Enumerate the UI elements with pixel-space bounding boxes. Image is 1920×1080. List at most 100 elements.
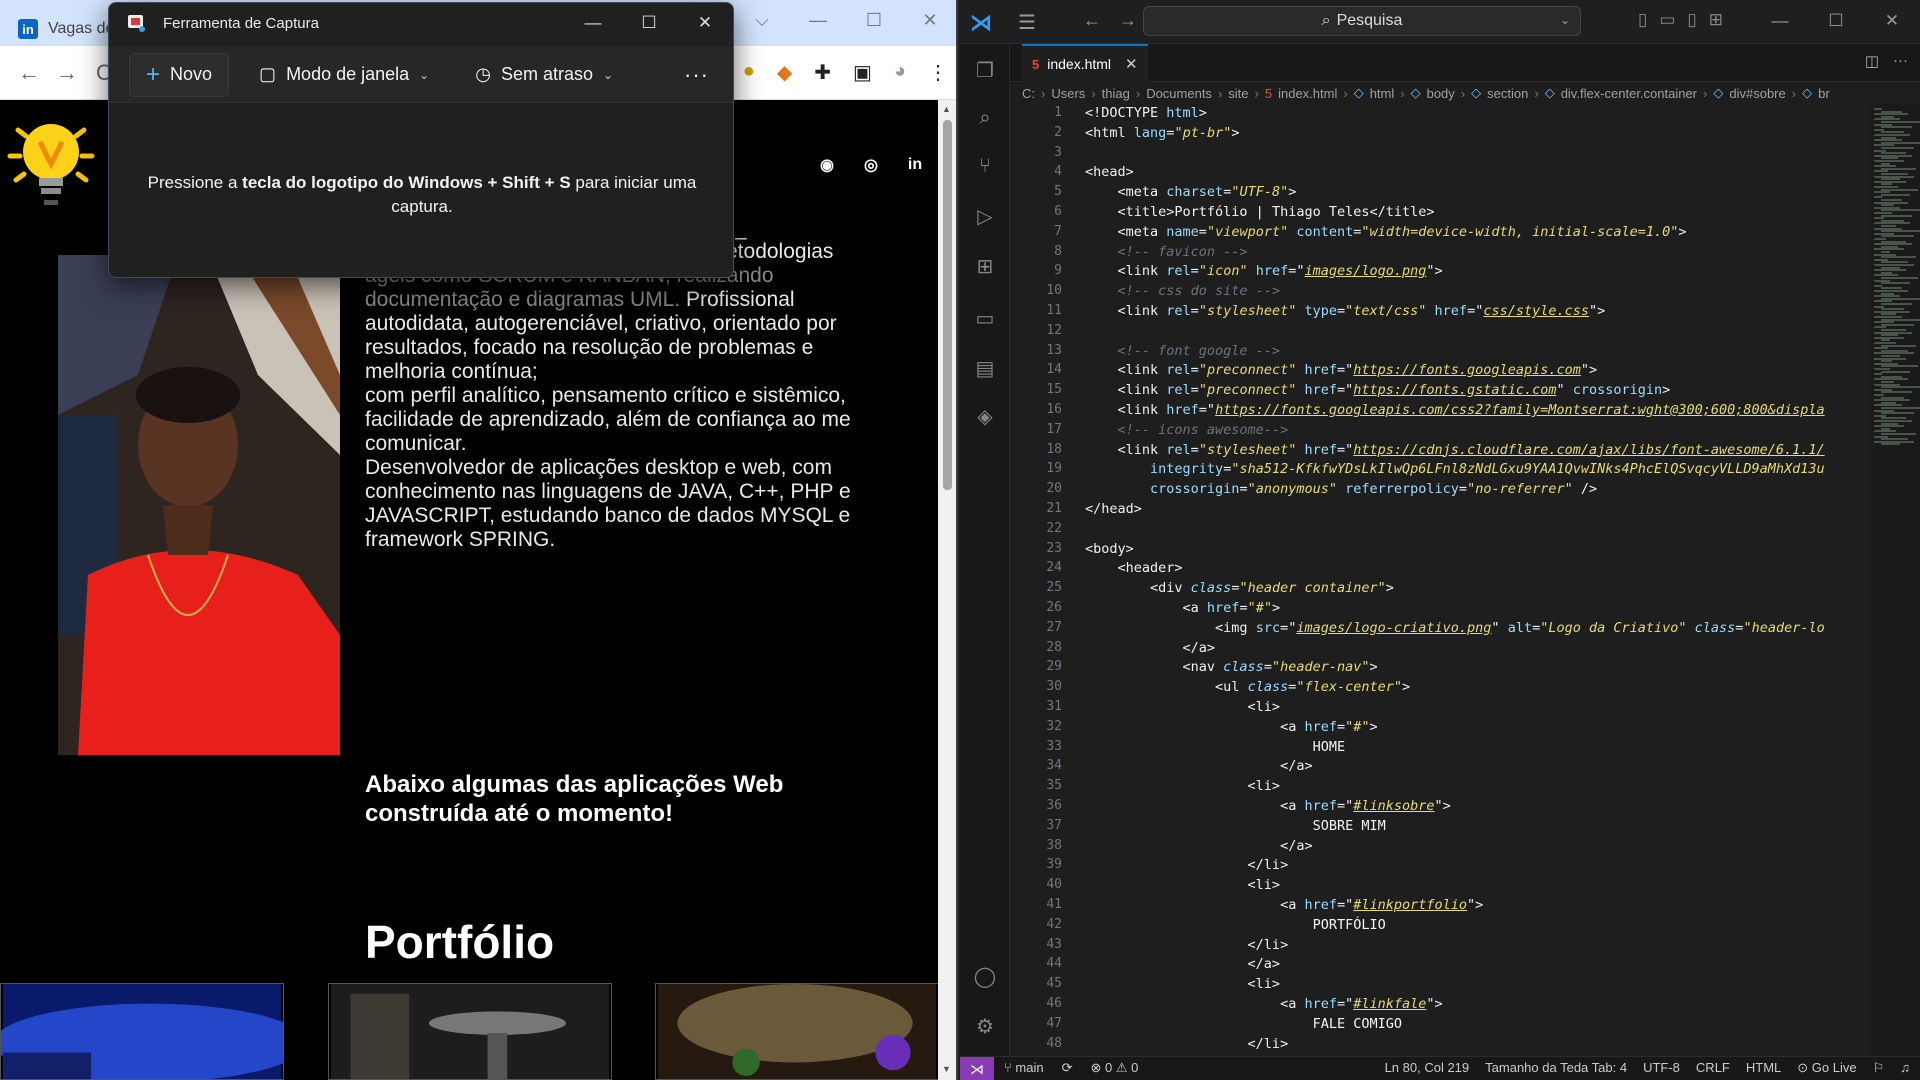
portfolio-thumbnail[interactable] (655, 983, 939, 1080)
breadcrumb-item[interactable]: Documents (1146, 86, 1212, 101)
breadcrumb-item[interactable]: Users (1051, 86, 1085, 101)
code-line[interactable]: crossorigin="anonymous" referrerpolicy="… (1085, 481, 1597, 497)
branch-indicator[interactable]: ⑂ main (1004, 1060, 1044, 1076)
maximize-button[interactable]: ☐ (846, 0, 902, 40)
code-line[interactable]: <html lang="pt-br"> (1085, 125, 1239, 141)
code-line[interactable]: <!DOCTYPE html> (1085, 105, 1207, 121)
breadcrumb-item[interactable]: br (1818, 86, 1830, 101)
code-line[interactable]: <!-- icons awesome--> (1085, 422, 1289, 438)
breadcrumb-item[interactable]: html (1370, 86, 1395, 101)
customize-layout-icon[interactable]: ⊞ (1709, 10, 1723, 30)
command-search[interactable]: ⌕ Pesquisa ⌄ (1143, 6, 1581, 36)
puzzle-icon[interactable]: ✚ (814, 60, 831, 85)
remote-indicator[interactable]: ⋊ (960, 1057, 994, 1080)
code-line[interactable]: <li> (1085, 976, 1281, 992)
breadcrumb-item[interactable]: body (1427, 86, 1455, 101)
linkedin-icon[interactable]: in (904, 154, 926, 176)
sync-icon[interactable]: ⟳ (1062, 1060, 1073, 1076)
source-control-icon[interactable]: ⑂ (973, 154, 997, 178)
tab-index-html[interactable]: 5 index.html ✕ (1022, 44, 1148, 82)
remote-explorer-icon[interactable]: ▭ (973, 306, 997, 330)
code-line[interactable]: </a> (1085, 838, 1313, 854)
python-icon[interactable]: ◈ (973, 404, 997, 428)
go-live-button[interactable]: ⊙ Go Live (1797, 1060, 1856, 1076)
sidebar-icon[interactable]: ▣ (853, 60, 872, 85)
instagram-icon[interactable]: ◎ (860, 154, 882, 176)
profile-avatar[interactable]: ◕ (894, 60, 906, 85)
code-line[interactable]: <link rel="preconnect" href="https://fon… (1085, 382, 1671, 398)
more-options-button[interactable]: ··· (668, 53, 725, 97)
split-editor-icon[interactable]: ◫ (1865, 52, 1879, 70)
minimize-icon[interactable]: ⌵ (734, 0, 790, 40)
code-line[interactable]: </a> (1085, 640, 1216, 656)
notifications-icon[interactable]: ♫ (1900, 1060, 1910, 1076)
toggle-sidebar-icon[interactable]: ▯ (1638, 10, 1647, 30)
code-line[interactable]: <link rel="stylesheet" type="text/css" h… (1085, 303, 1606, 319)
breadcrumb-item[interactable]: div#sobre (1729, 86, 1785, 101)
code-line[interactable]: <div class="header container"> (1085, 580, 1394, 596)
close-icon[interactable]: ✕ (1125, 55, 1138, 73)
back-icon[interactable]: ← (1083, 10, 1101, 31)
forward-icon[interactable]: → (56, 60, 78, 86)
gear-icon[interactable]: ⚙ (973, 1014, 997, 1038)
run-debug-icon[interactable]: ▷ (973, 204, 997, 228)
minimize-button[interactable]: — (1752, 0, 1808, 42)
scrollbar-thumb[interactable] (943, 120, 952, 490)
breadcrumb-item[interactable]: index.html (1278, 86, 1337, 101)
forward-icon[interactable]: → (1119, 10, 1137, 31)
code-line[interactable]: SOBRE MIM (1085, 818, 1386, 834)
code-line[interactable]: <meta charset="UTF-8"> (1085, 184, 1297, 200)
code-line[interactable]: <li> (1085, 877, 1281, 893)
code-line[interactable]: HOME (1085, 739, 1346, 755)
code-line[interactable]: <li> (1085, 699, 1281, 715)
extension-icon[interactable]: ● (743, 60, 755, 85)
code-line[interactable]: <a href="#"> (1085, 719, 1378, 735)
code-line[interactable]: <!-- css do site --> (1085, 283, 1281, 299)
code-line[interactable]: <link href="https://fonts.googleapis.com… (1085, 402, 1825, 418)
line-ending[interactable]: CRLF (1696, 1060, 1730, 1076)
portfolio-thumbnail[interactable] (328, 983, 612, 1080)
encoding[interactable]: UTF-8 (1643, 1060, 1680, 1076)
code-line[interactable]: </a> (1085, 758, 1313, 774)
minimize-button[interactable]: — (565, 3, 621, 43)
code-line[interactable]: </li> (1085, 857, 1289, 873)
more-actions-icon[interactable]: ··· (1893, 52, 1908, 70)
code-line[interactable]: integrity="sha512-KfkfwYDsLkIlwQp6LFnl8z… (1085, 461, 1825, 477)
portfolio-thumbnail[interactable] (0, 983, 284, 1080)
code-line[interactable]: <a href="#"> (1085, 600, 1281, 616)
lightbulb-logo[interactable] (6, 112, 96, 212)
close-button[interactable]: ✕ (677, 3, 733, 43)
code-line[interactable]: <!-- font google --> (1085, 343, 1281, 359)
close-button[interactable]: ✕ (1864, 0, 1920, 42)
code-line[interactable]: <link rel="stylesheet" href="https://cdn… (1085, 442, 1825, 458)
page-scrollbar[interactable]: ▲ ▼ (938, 100, 956, 1080)
code-line[interactable]: PORTFÓLIO (1085, 917, 1386, 933)
code-line[interactable]: <img src="images/logo-criativo.png" alt=… (1085, 620, 1825, 636)
code-line[interactable]: </li> (1085, 937, 1289, 953)
code-line[interactable]: <a href="#linkfale"> (1085, 996, 1443, 1012)
browser-tab[interactable]: in Vagas de (18, 12, 114, 46)
code-line[interactable]: <li> (1085, 778, 1281, 794)
testing-icon[interactable]: ▤ (973, 356, 997, 380)
toggle-panel-icon[interactable]: ▭ (1659, 10, 1675, 30)
maximize-button[interactable]: ☐ (621, 3, 677, 43)
code-line[interactable]: <head> (1085, 164, 1134, 180)
metamask-icon[interactable]: ◆ (777, 60, 792, 85)
code-line[interactable]: </li> (1085, 1036, 1289, 1052)
chevron-down-icon[interactable]: ⌄ (1560, 13, 1570, 27)
new-capture-button[interactable]: + Novo (129, 52, 230, 97)
scroll-down-icon[interactable]: ▼ (942, 1064, 951, 1074)
back-icon[interactable]: ← (18, 60, 40, 86)
code-line[interactable]: <nav class="header-nav"> (1085, 659, 1378, 675)
breadcrumb-item[interactable]: C: (1022, 86, 1035, 101)
cursor-position[interactable]: Ln 80, Col 219 (1385, 1060, 1470, 1076)
code-line[interactable]: <link rel="preconnect" href="https://fon… (1085, 362, 1598, 378)
mode-dropdown[interactable]: ▢ Modo de janela ⌄ (243, 53, 445, 97)
code-editor[interactable]: 1 <!DOCTYPE html> 2 <html lang="pt-br"> 3 4 <h… (1010, 104, 1870, 1056)
code-line[interactable]: <body> (1085, 541, 1134, 557)
code-line[interactable]: </a> (1085, 956, 1281, 972)
breadcrumb-item[interactable]: section (1487, 86, 1528, 101)
scroll-up-icon[interactable]: ▲ (942, 104, 951, 114)
close-button[interactable]: ✕ (902, 0, 956, 40)
problems-indicator[interactable]: ⊗ 0 ⚠ 0 (1091, 1060, 1139, 1076)
